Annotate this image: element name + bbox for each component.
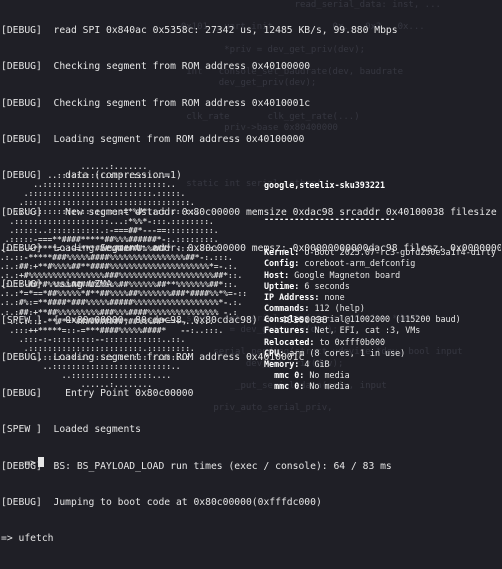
prompt-symbol: => xyxy=(24,458,37,469)
sysinfo-value: none xyxy=(324,291,345,302)
log-line: [SPEW ] Loaded segments xyxy=(1,424,141,436)
logo-line: .:::::..:::::::::::.:-===##*---==:::::::… xyxy=(0,225,219,235)
sysinfo-row: IP Address: none xyxy=(264,291,345,302)
logo-line: .:::++*****=::-=***####%%%%%####* --:..:… xyxy=(0,325,224,335)
sysinfo-row: Consoles: serial@11002000 (115200 baud) xyxy=(264,314,461,325)
sysinfo-value: Google Magneton board xyxy=(294,269,401,280)
sysinfo-row: Features: Net, EFI, cat :3, VMs xyxy=(264,325,421,336)
command-line: => ufetch xyxy=(1,533,54,545)
sysinfo-rows: Kernel: U-Boot 2025.07-rc3-gbfd250e3a1f4… xyxy=(264,247,502,392)
sysinfo-key: Memory xyxy=(264,358,295,369)
logo-line: ..:::::::::::::::::.... xyxy=(0,371,172,381)
logo-line: .:.:*=*==*##%%%%%*#**##%%%%##%%%%%%%###*… xyxy=(0,289,248,299)
system-info-panel: google,steelix-sku393221 ---------------… xyxy=(264,158,502,415)
logo-line: .:.:##:+**#%%%%##**####%%%%%%%%%%%%%%%%%… xyxy=(0,262,238,272)
sysinfo-key: mmc 0 xyxy=(264,381,300,392)
sysinfo-value: arm (8 cores, 1 in use) xyxy=(289,347,406,358)
logo-line: .::::::::::::::::::::::::.:::::::::. xyxy=(0,343,195,353)
sysinfo-key: Kernel xyxy=(264,247,295,258)
sysinfo-value: 6 seconds xyxy=(304,280,350,291)
sysinfo-value: serial@11002000 (115200 baud) xyxy=(314,314,461,325)
sysinfo-row: Commands: 112 (help) xyxy=(264,303,365,314)
logo-line: .:::-:-:::::::::--::::::::::::..::. xyxy=(0,334,186,344)
sysinfo-row: Kernel: U-Boot 2025.07-rc3-gbfd250e3a1f4… xyxy=(264,247,496,258)
sysinfo-row: CPU: arm (8 cores, 1 in use) xyxy=(264,347,406,358)
sysinfo-value: No media xyxy=(309,381,350,392)
sysinfo-key: Features xyxy=(264,325,305,336)
sysinfo-value: Net, EFI, cat :3, VMs xyxy=(314,325,421,336)
log-line: [DEBUG] Loading segment from ROM address… xyxy=(1,134,305,146)
logo-line: ..::::::::::::::::::::.... xyxy=(0,171,172,181)
sysinfo-key: Relocated xyxy=(264,336,310,347)
log-line: [DEBUG] Checking segment from ROM addres… xyxy=(1,97,311,109)
sysinfo-key: IP Address xyxy=(264,291,315,302)
sysinfo-key: mmc 0 xyxy=(264,369,300,380)
sysinfo-value: 112 (help) xyxy=(314,303,365,314)
sysinfo-row: Uptime: 6 seconds xyxy=(264,280,350,291)
sysinfo-value: No media xyxy=(309,369,350,380)
ascii-logo: ......:....... ..::::::::::::::::::::...… xyxy=(0,162,300,389)
sysinfo-value: coreboot-arm_defconfig xyxy=(304,258,416,269)
logo-line: .::::::::::::::::::::...:*%%*-:::.::::::… xyxy=(0,216,214,226)
logo-line: ..::::::::::::::::::::::::::.. xyxy=(0,180,176,190)
terminal-window[interactable]: read_serial_data: inst, ... 0x101 __uart… xyxy=(0,0,502,544)
logo-line: .:.:+#%%%%%%%%%%%%%%%%###%%%%%%%%%%%%%%%… xyxy=(0,271,243,281)
log-line: [DEBUG] BS: BS_PAYLOAD_LOAD run times (e… xyxy=(1,460,392,472)
sysinfo-key: Uptime xyxy=(264,280,295,291)
sysinfo-key: Config xyxy=(264,258,295,269)
logo-line: ..:::::::::::::::::::::::::::::::. xyxy=(0,352,195,362)
sysinfo-row: Config: coreboot-arm_defconfig xyxy=(264,258,416,269)
sysinfo-separator: -------------------------- xyxy=(264,213,396,224)
logo-line: .:.:##:+**##%%%%%%%%%###%%%####%%%%%%%%%… xyxy=(0,307,238,317)
sysinfo-value: U-Boot 2025.07-rc3-gbfd250e3a1f4-dirty xyxy=(304,247,496,258)
sysinfo-row: Host: Google Magneton board xyxy=(264,269,401,280)
logo-line: ......:........ xyxy=(0,380,153,390)
sysinfo-key: CPU xyxy=(264,347,280,358)
logo-line: .:.::-*****###%%%%%####%%%%%%%%%%%%%%%%#… xyxy=(0,252,233,262)
logo-line: .:.::-+*****=::-=***###%######%%###* -::… xyxy=(0,243,224,253)
sysinfo-row: mmc 0: No media xyxy=(264,369,350,380)
command-prompt[interactable]: => xyxy=(1,445,45,482)
sysinfo-key: Consoles xyxy=(264,314,305,325)
logo-line: ......:....... xyxy=(0,162,148,171)
log-line: [DEBUG] Checking segment from ROM addres… xyxy=(1,61,311,73)
sysinfo-value: to 0xfff0b000 xyxy=(319,336,386,347)
sysinfo-header: google,steelix-sku393221 xyxy=(264,180,386,191)
log-line: [DEBUG] read SPI 0x840ac 0x5358c: 27342 … xyxy=(1,25,398,37)
sysinfo-key: Host xyxy=(264,269,285,280)
logo-line: .:::::-===**####*****##%%%######*-:.::::… xyxy=(0,234,219,244)
logo-line: .:.:#%:=**####*###%%%%%#####%%%%%%%%%%%%… xyxy=(0,298,243,308)
logo-line: .:.::-##*#%%%%%#####%%%%%##%%%%%%##**%%%… xyxy=(0,280,238,290)
sysinfo-key: Commands xyxy=(264,303,305,314)
logo-line: .:::::::::::::::::::::::::::::::::::. xyxy=(0,198,195,208)
sysinfo-row: Relocated: to 0xfff0b000 xyxy=(264,336,386,347)
logo-line: ..:::::::::::::::::::::::::.. xyxy=(0,362,181,372)
logo-line: .::::::::::::::::::::::::::.:::::. xyxy=(0,189,186,199)
sysinfo-row: Memory: 4 GiB xyxy=(264,358,330,369)
cursor xyxy=(38,457,45,467)
sysinfo-row: mmc 0: No media xyxy=(264,381,350,392)
logo-line: .:.::::-**#*=*##########*##%%%##*==+-..:… xyxy=(0,316,214,326)
logo-line: .::::::::::::::::::::::=*%#*::::::::::. xyxy=(0,207,200,217)
log-line: [DEBUG] Jumping to boot code at 0x80c000… xyxy=(1,496,322,508)
sysinfo-value: 4 GiB xyxy=(304,358,330,369)
